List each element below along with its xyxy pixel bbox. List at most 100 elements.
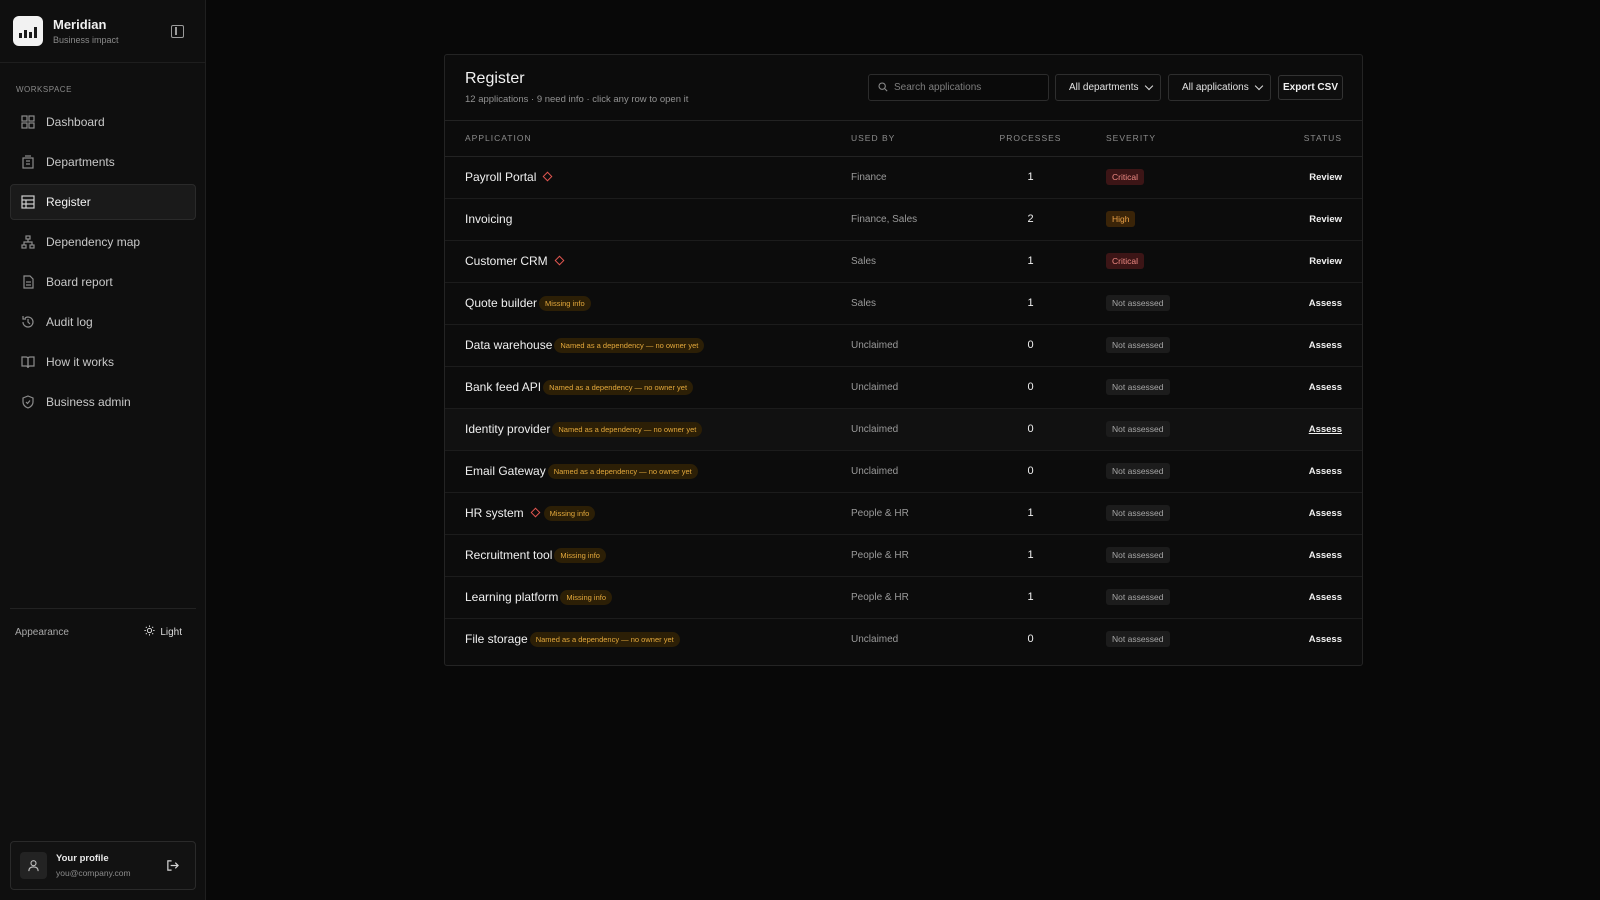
- network-icon: [21, 235, 35, 249]
- status-cell: Assess: [1255, 282, 1362, 325]
- application-name: Learning platform: [465, 589, 559, 604]
- status-cell: Assess: [1255, 450, 1362, 493]
- status-action-link[interactable]: Assess: [1309, 382, 1342, 393]
- column-header-severity[interactable]: SEVERITY: [1078, 121, 1255, 157]
- process-count: 0: [1027, 381, 1034, 393]
- search-box[interactable]: [868, 74, 1049, 101]
- export-csv-button[interactable]: Export CSV: [1278, 75, 1343, 100]
- severity-badge: Not assessed: [1106, 631, 1170, 648]
- status-action-link[interactable]: Assess: [1309, 466, 1342, 477]
- sidebar-item-dashboard[interactable]: Dashboard: [10, 104, 196, 140]
- processes-cell: 1: [983, 282, 1078, 325]
- severity-badge: Not assessed: [1106, 547, 1170, 563]
- column-header-status[interactable]: STATUS: [1255, 121, 1362, 157]
- used-by-cell: People & HR: [851, 534, 983, 577]
- status-action-link[interactable]: Assess: [1309, 298, 1342, 309]
- theme-toggle[interactable]: Light: [144, 625, 196, 639]
- history-icon: [21, 315, 35, 329]
- table-row[interactable]: Data warehouse Named as a dependency — no…: [445, 324, 1362, 367]
- status-action-link[interactable]: Review: [1309, 214, 1342, 225]
- sidebar-item-audit-log[interactable]: Audit log: [10, 304, 196, 340]
- application-cell: Data warehouse Named as a dependency — no…: [445, 324, 851, 367]
- column-header-processes[interactable]: PROCESSES: [983, 121, 1078, 157]
- file-text-icon: [21, 275, 35, 289]
- column-header-application[interactable]: APPLICATION: [445, 121, 851, 157]
- used-by-cell: Unclaimed: [851, 633, 899, 645]
- application-cell: HR system Missing info: [445, 492, 851, 535]
- table-row[interactable]: Quote builder Missing info Sales 1 Not asses…: [445, 282, 1362, 325]
- table-row[interactable]: Payroll Portal Finance 1 Critical Review: [445, 156, 1362, 199]
- table-row[interactable]: Invoicing Finance, Sales 2 High Review: [445, 198, 1362, 241]
- info-tag: Named as a dependency — no owner yet: [554, 337, 705, 353]
- workspace-section-label: WORKSPACE: [16, 85, 72, 94]
- application-name: Payroll Portal: [465, 170, 537, 184]
- processes-cell: 0: [983, 618, 1078, 660]
- sidebar-item-label: Board report: [46, 275, 113, 289]
- severity-cell: Not assessed: [1078, 366, 1255, 409]
- table-row[interactable]: File storage Named as a dependency — no o…: [445, 618, 1362, 660]
- sidebar-item-dependency-map[interactable]: Dependency map: [10, 224, 196, 260]
- table-row[interactable]: Learning platform Missing info People & HR…: [445, 576, 1362, 619]
- info-tag: Named as a dependency — no owner yet: [529, 631, 680, 647]
- status-action-link[interactable]: Assess: [1309, 550, 1342, 561]
- status-action-link[interactable]: Assess: [1309, 592, 1342, 603]
- sidebar-item-departments[interactable]: Departments: [10, 144, 196, 180]
- status-cell: Assess: [1255, 618, 1362, 660]
- application-filter-select[interactable]: All applications: [1168, 74, 1271, 101]
- status-cell: Review: [1255, 156, 1362, 199]
- status-action-link[interactable]: Assess: [1309, 634, 1342, 645]
- profile-card[interactable]: Your profile you@company.com: [10, 841, 196, 890]
- processes-cell: 1: [983, 240, 1078, 283]
- processes-cell: 0: [983, 366, 1078, 409]
- status-cell: Assess: [1255, 534, 1362, 577]
- status-action-link[interactable]: Review: [1309, 256, 1342, 267]
- status-action-link[interactable]: Assess: [1309, 424, 1342, 435]
- application-cell: Invoicing: [445, 198, 851, 241]
- info-tag: Missing info: [554, 547, 606, 563]
- application-cell: Customer CRM: [445, 240, 851, 283]
- application-name: HR system: [465, 505, 524, 520]
- sidebar-item-register[interactable]: Register: [10, 184, 196, 220]
- status-action-link[interactable]: Assess: [1309, 508, 1342, 519]
- info-tag: Named as a dependency — no owner yet: [543, 379, 694, 395]
- severity-cell: Not assessed: [1078, 408, 1255, 451]
- department-filter-select[interactable]: All departments: [1055, 74, 1161, 101]
- table-row[interactable]: HR system Missing info People & HR 1 Not ass…: [445, 492, 1362, 535]
- status-cell: Assess: [1255, 324, 1362, 367]
- brand-header: Meridian Business impact: [0, 0, 205, 63]
- severity-badge: Not assessed: [1106, 337, 1170, 353]
- application-name: File storage: [465, 631, 528, 646]
- search-icon: [878, 79, 888, 97]
- info-tag: Named as a dependency — no owner yet: [547, 463, 698, 479]
- used-by-cell: Unclaimed: [851, 450, 983, 493]
- department-filter-value: All departments: [1069, 82, 1139, 93]
- grid-icon: [21, 115, 35, 129]
- used-by-cell: Finance: [851, 156, 983, 199]
- process-count: 1: [1027, 591, 1034, 603]
- sidebar-item-how-it-works[interactable]: How it works: [10, 344, 196, 380]
- column-header-used-by[interactable]: USED BY: [851, 121, 983, 157]
- status-cell: Assess: [1255, 576, 1362, 619]
- table-row[interactable]: Identity provider Named as a dependency —…: [445, 408, 1362, 451]
- application-name: Recruitment tool: [465, 547, 553, 562]
- status-action-link[interactable]: Review: [1309, 172, 1342, 183]
- search-input[interactable]: [894, 82, 1044, 93]
- shield-check-icon: [21, 395, 35, 409]
- brand-subtitle: Business impact: [53, 35, 119, 45]
- appearance-label: Appearance: [15, 626, 69, 638]
- logout-icon[interactable]: [166, 859, 179, 877]
- table-row[interactable]: Bank feed API Named as a dependency — no …: [445, 366, 1362, 409]
- status-action-link[interactable]: Assess: [1309, 340, 1342, 351]
- status-cell: Assess: [1255, 408, 1362, 451]
- sidebar-item-label: Dependency map: [46, 235, 141, 249]
- table-row[interactable]: Email Gateway Named as a dependency — no …: [445, 450, 1362, 493]
- process-count: 0: [1027, 339, 1034, 351]
- building-icon: [21, 155, 35, 169]
- sidebar-item-business-admin[interactable]: Business admin: [10, 384, 196, 420]
- severity-badge: Not assessed: [1106, 589, 1170, 605]
- table-row[interactable]: Recruitment tool Missing info People & HR 1…: [445, 534, 1362, 577]
- sidebar-toggle-icon[interactable]: [171, 25, 184, 38]
- severity-cell: Not assessed: [1078, 618, 1255, 660]
- table-row[interactable]: Customer CRM Sales 1 Critical Review: [445, 240, 1362, 283]
- sidebar-item-board-report[interactable]: Board report: [10, 264, 196, 300]
